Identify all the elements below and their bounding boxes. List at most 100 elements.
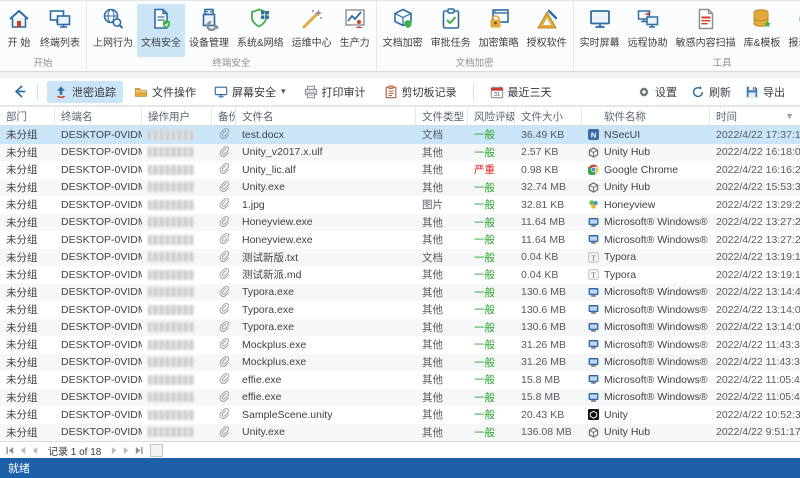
cell-terminal[interactable]: DESKTOP-0VIDMDJ bbox=[55, 301, 142, 319]
cell-terminal[interactable]: DESKTOP-0VIDMDJ bbox=[55, 196, 142, 214]
gear-small-icon[interactable] bbox=[637, 85, 651, 99]
software-label[interactable]: Unity Hub bbox=[604, 146, 650, 158]
cell-risk[interactable]: 一般 bbox=[468, 179, 515, 197]
risk-badge[interactable]: 一般 bbox=[474, 197, 495, 212]
cell-time[interactable]: 2022/4/22 13:27:25 bbox=[710, 214, 800, 232]
masked-operator[interactable] bbox=[148, 409, 194, 420]
paperclip-icon[interactable] bbox=[218, 127, 230, 142]
time-value[interactable]: 2022/4/22 16:16:25 bbox=[716, 164, 800, 176]
pager-next-page-button[interactable] bbox=[122, 446, 131, 455]
cell-filename[interactable]: 1.jpg bbox=[236, 196, 416, 214]
column-header-label[interactable]: 时间 bbox=[716, 109, 737, 124]
cell-filesize[interactable]: 130.6 MB bbox=[515, 301, 582, 319]
ribbon-group[interactable]: 开 始终端列表 开始 bbox=[0, 1, 87, 71]
cell-filetype[interactable]: 其他 bbox=[416, 301, 468, 319]
column-header-7[interactable]: 风险评级 bbox=[468, 107, 515, 125]
cell-filetype[interactable]: 其他 bbox=[416, 179, 468, 197]
masked-operator[interactable] bbox=[148, 217, 194, 228]
cell-filename[interactable]: Mockplus.exe bbox=[236, 336, 416, 354]
time-value[interactable]: 2022/4/22 10:52:31 bbox=[716, 409, 800, 421]
cell-software[interactable]: Microsoft® Windows® Oper... bbox=[582, 336, 710, 354]
cell-filesize[interactable]: 31.26 MB bbox=[515, 354, 582, 372]
cell-time[interactable]: 2022/4/22 13:19:16 bbox=[710, 249, 800, 267]
cell-operator[interactable] bbox=[142, 161, 212, 179]
cell-software[interactable]: Microsoft® Windows® Oper... bbox=[582, 301, 710, 319]
software-name[interactable]: Unity Hub bbox=[588, 181, 650, 193]
cell-filetype[interactable]: 文档 bbox=[416, 249, 468, 267]
software-name[interactable]: T Typora bbox=[588, 251, 636, 263]
risk-badge[interactable]: 一般 bbox=[474, 355, 495, 370]
cell-filename[interactable]: Unity.exe bbox=[236, 424, 416, 442]
cell-backup[interactable] bbox=[212, 284, 236, 302]
table-row[interactable]: 未分组DESKTOP-0VIDMDJ effie.exe其他一般 15.8 MB Mi… bbox=[0, 371, 800, 389]
cell-department[interactable]: 未分组 bbox=[0, 266, 55, 284]
authorized-software-icon[interactable] bbox=[534, 6, 560, 32]
software-label[interactable]: Honeyview bbox=[604, 199, 655, 211]
cell-department[interactable]: 未分组 bbox=[0, 424, 55, 442]
cell-filename[interactable]: effie.exe bbox=[236, 389, 416, 407]
time-value[interactable]: 2022/4/22 13:29:20 bbox=[716, 199, 800, 211]
cell-backup[interactable] bbox=[212, 406, 236, 424]
masked-operator[interactable] bbox=[148, 427, 194, 438]
cell-filename[interactable]: Honeyview.exe bbox=[236, 214, 416, 232]
cell-operator[interactable] bbox=[142, 406, 212, 424]
risk-badge[interactable]: 一般 bbox=[474, 320, 495, 335]
cell-operator[interactable] bbox=[142, 301, 212, 319]
time-value[interactable]: 2022/4/22 13:27:25 bbox=[716, 234, 800, 246]
remote-assist-icon[interactable] bbox=[635, 6, 661, 32]
paperclip-icon[interactable] bbox=[218, 425, 230, 440]
ribbon-item-label[interactable]: 库&模板 bbox=[744, 34, 781, 49]
time-value[interactable]: 2022/4/22 13:27:25 bbox=[716, 216, 800, 228]
toolbar-button-label[interactable]: 泄密追踪 bbox=[72, 84, 116, 100]
masked-operator[interactable] bbox=[148, 287, 194, 298]
ribbon-item-library-template[interactable]: 库&模板 bbox=[740, 4, 785, 57]
cell-time[interactable]: 2022/4/22 11:05:45 bbox=[710, 371, 800, 389]
cell-backup[interactable] bbox=[212, 144, 236, 162]
column-header-label[interactable]: 风险评级 bbox=[474, 109, 514, 124]
cell-software[interactable]: N NSecUI bbox=[582, 126, 710, 144]
software-name[interactable]: Microsoft® Windows® Oper... bbox=[588, 391, 710, 403]
cell-terminal[interactable]: DESKTOP-0VIDMDJ bbox=[55, 284, 142, 302]
ribbon-item-label[interactable]: 实时屏幕 bbox=[580, 34, 620, 49]
software-name[interactable]: N NSecUI bbox=[588, 129, 640, 141]
cell-risk[interactable]: 严重 bbox=[468, 161, 515, 179]
unityhub-icon[interactable] bbox=[588, 146, 599, 158]
software-label[interactable]: Google Chrome bbox=[604, 164, 678, 176]
paperclip-icon[interactable] bbox=[218, 197, 230, 212]
table-row[interactable]: 未分组DESKTOP-0VIDMDJ Unity_v2017.x.ulf其他一般 2… bbox=[0, 143, 800, 162]
mswin-icon[interactable] bbox=[588, 287, 599, 298]
home-icon[interactable] bbox=[6, 6, 32, 32]
software-label[interactable]: Microsoft® Windows® Oper... bbox=[604, 339, 710, 351]
toolbar-button-label[interactable]: 设置 bbox=[655, 84, 677, 100]
cell-terminal[interactable]: DESKTOP-0VIDMDJ bbox=[55, 249, 142, 267]
cell-filesize[interactable]: 32.81 KB bbox=[515, 196, 582, 214]
table-row[interactable]: 未分组DESKTOP-0VIDMDJ SampleScene.unity其他一般 2… bbox=[0, 406, 800, 424]
cell-risk[interactable]: 一般 bbox=[468, 144, 515, 162]
cell-operator[interactable] bbox=[142, 336, 212, 354]
nsecui-icon[interactable]: N bbox=[588, 129, 599, 141]
print-audit-icon[interactable] bbox=[304, 85, 318, 99]
masked-operator[interactable] bbox=[148, 252, 194, 263]
cell-software[interactable]: Microsoft® Windows® Oper... bbox=[582, 319, 710, 337]
cell-filetype[interactable]: 其他 bbox=[416, 214, 468, 232]
masked-operator[interactable] bbox=[148, 374, 194, 385]
pager-extra-button[interactable] bbox=[150, 443, 164, 457]
cell-risk[interactable]: 一般 bbox=[468, 284, 515, 302]
software-label[interactable]: Microsoft® Windows® Oper... bbox=[604, 286, 710, 298]
software-name[interactable]: Unity Hub bbox=[588, 426, 650, 438]
cell-software[interactable]: T Typora bbox=[582, 249, 710, 267]
masked-operator[interactable] bbox=[148, 147, 194, 158]
cell-backup[interactable] bbox=[212, 249, 236, 267]
pager-next-button[interactable] bbox=[110, 446, 119, 455]
sensitive-scan-icon[interactable] bbox=[693, 6, 719, 32]
cell-filename[interactable]: SampleScene.unity bbox=[236, 406, 416, 424]
toolbar-button-screen-security[interactable]: 屏幕安全 ▾ bbox=[207, 81, 293, 103]
cell-department[interactable]: 未分组 bbox=[0, 179, 55, 197]
time-value[interactable]: 2022/4/22 15:53:32 bbox=[716, 181, 800, 193]
risk-badge[interactable]: 一般 bbox=[474, 232, 495, 247]
risk-badge[interactable]: 一般 bbox=[474, 407, 495, 422]
time-value[interactable]: 2022/4/22 13:14:06 bbox=[716, 321, 800, 333]
cell-terminal[interactable]: DESKTOP-0VIDMDJ bbox=[55, 424, 142, 442]
toolbar-button-print-audit[interactable]: 打印审计 bbox=[297, 81, 373, 103]
cell-operator[interactable] bbox=[142, 249, 212, 267]
